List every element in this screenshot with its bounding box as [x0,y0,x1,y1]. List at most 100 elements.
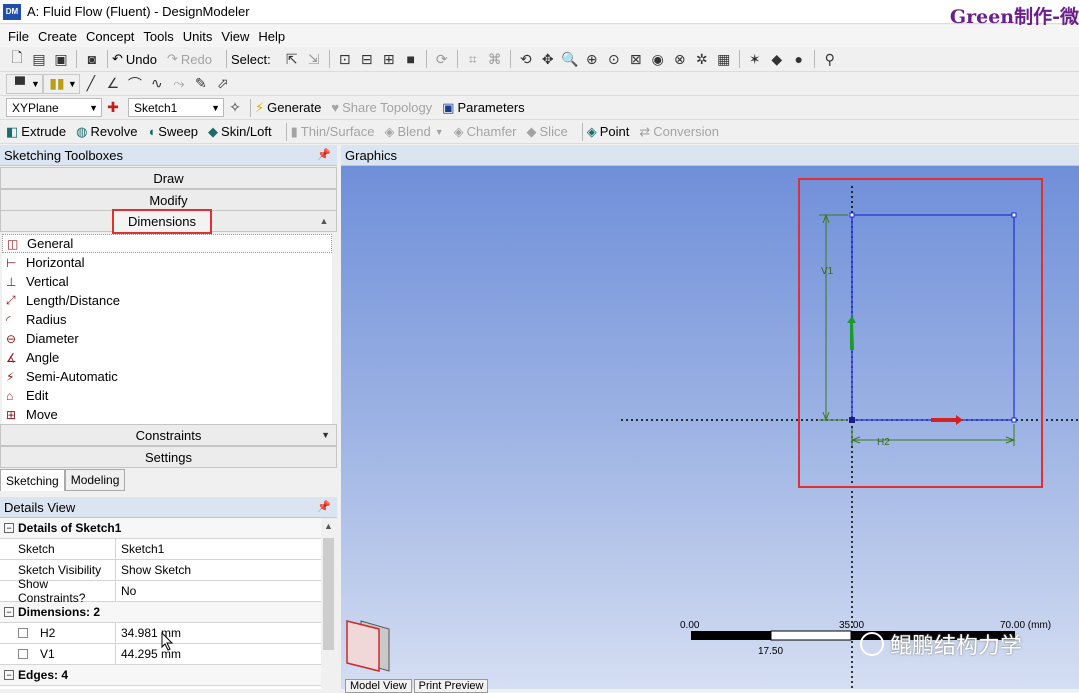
menu-help[interactable]: Help [258,29,285,44]
tab-modeling[interactable]: Modeling [64,469,126,491]
constraints-toolbox[interactable]: Constraints ▼ [0,424,337,446]
layer-dropdown[interactable]: ▮▮ ▼ [42,73,80,94]
parameter-checkbox[interactable] [18,628,28,638]
generate-button[interactable]: ⚡ Generate [255,100,321,116]
new-sketch-icon[interactable]: ✧ [224,98,246,118]
open-icon[interactable]: ▤ [28,49,50,69]
parameter-checkbox[interactable] [18,649,28,659]
triad-icon[interactable]: ✶ [744,49,766,69]
menu-file[interactable]: File [8,29,29,44]
sketch-select[interactable]: Sketch1 ▼ [128,98,224,117]
menu-create[interactable]: Create [38,29,77,44]
row-value[interactable]: 34.981 mm [116,623,321,643]
select-bodies-icon[interactable]: ■ [400,49,422,69]
menu-tools[interactable]: Tools [143,29,173,44]
spline-tool-icon[interactable]: ∿ [146,74,168,94]
zoom-fit-icon[interactable]: ⊠ [625,49,647,69]
scroll-up-icon[interactable]: ▲ [324,521,333,531]
dim-tool-radius[interactable]: ◜ Radius [2,310,332,329]
extend-selection-icon[interactable]: ⟳ [431,49,453,69]
select-mode-icon[interactable]: ⇱ [281,49,303,69]
rotate-icon[interactable]: ⟲ [515,49,537,69]
zoom-in-icon[interactable]: ⊕ [581,49,603,69]
scroll-up-icon[interactable]: ▲ [314,211,334,231]
extrude-button[interactable]: ◧ Extrude [6,124,66,140]
camera-icon[interactable]: ◙ [81,49,103,69]
scrollbar-thumb[interactable] [323,538,334,650]
details-group[interactable]: − Edges: 4 [0,665,321,686]
row-value[interactable]: Sketch1 [116,539,321,559]
select-filter-icon[interactable]: ⇲ [303,49,325,69]
dim-tool-semi-automatic[interactable]: ⚡ Semi-Automatic [2,367,332,386]
collapse-icon[interactable]: − [4,523,14,533]
select-faces-icon[interactable]: ⊞ [378,49,400,69]
skin-loft-button[interactable]: ◆ Skin/Loft [208,124,272,140]
conversion-button[interactable]: ⇄ Conversion [639,124,719,140]
new-plane-icon[interactable]: ⬀ [212,74,234,94]
tab-model-view[interactable]: Model View [345,679,412,693]
blend-button[interactable]: ◈ Blend ▼ [384,124,443,140]
undo-button[interactable]: ↶ Undo [112,51,157,67]
iso-view-icon[interactable]: ✲ [691,49,713,69]
thin-surface-button[interactable]: ▮ Thin/Surface [291,124,375,140]
share-topology-button[interactable]: ♥ Share Topology [331,100,432,115]
draw-toolbox[interactable]: Draw [0,167,337,189]
dim-tool-edit[interactable]: ⌂ Edit [2,386,332,405]
parameters-button[interactable]: ▣ Parameters [442,100,525,116]
plane-select[interactable]: XYPlane ▼ [6,98,102,117]
row-value[interactable]: 44.295 mm [116,644,321,664]
revolve-button[interactable]: ◍ Revolve [76,124,137,140]
menu-units[interactable]: Units [183,29,213,44]
pan-icon[interactable]: ✥ [537,49,559,69]
tab-print-preview[interactable]: Print Preview [413,679,489,693]
menu-concept[interactable]: Concept [86,29,134,44]
menu-view[interactable]: View [221,29,249,44]
new-icon[interactable]: 🗋 [6,49,28,69]
dim-tool-diameter[interactable]: ⊖ Diameter [2,329,332,348]
polyline-tool-icon[interactable]: ∠ [102,74,124,94]
display-plane-icon[interactable]: ▦ [713,49,735,69]
graphics-viewport[interactable]: V1 H2 0.00 35.00 70.00 (mm) 17.50 [341,166,1079,689]
details-scrollbar[interactable]: ▲ [321,518,336,689]
dimensions-toolbox[interactable]: Dimensions [112,209,212,234]
redo-button[interactable]: ↷ Redo [167,51,212,67]
row-value[interactable]: Show Sketch [116,560,321,580]
save-icon[interactable]: ▣ [50,49,72,69]
point-pin-icon[interactable]: ✎ [190,74,212,94]
expand-icon[interactable]: ⌗ [462,49,484,69]
select-points-icon[interactable]: ⊡ [334,49,356,69]
display-model-icon[interactable]: ◆ [766,49,788,69]
arc-tool-icon[interactable]: ⌒ [124,74,146,94]
pin-icon[interactable]: 📌 [317,148,331,161]
zoom-to-fit-icon[interactable]: ◉ [647,49,669,69]
modify-toolbox[interactable]: Modify [0,189,337,211]
magnifier-icon[interactable]: ⊗ [669,49,691,69]
dim-tool-vertical[interactable]: ⊥ Vertical [2,272,332,291]
dim-tool-general[interactable]: ◫ General [2,234,332,253]
details-group[interactable]: − Details of Sketch1 [0,518,321,539]
dim-tool-angle[interactable]: ∡ Angle [2,348,332,367]
chamfer-button[interactable]: ◈ Chamfer [454,124,517,140]
sweep-button[interactable]: ◖ Sweep [147,124,198,139]
slice-button[interactable]: ◆ Slice [527,124,568,140]
scroll-down-icon[interactable]: ▼ [321,430,330,440]
details-group[interactable]: − Dimensions: 2 [0,602,321,623]
row-value[interactable]: No [116,581,321,601]
shrink-icon[interactable]: ⌘ [484,49,506,69]
point-button[interactable]: ◈ Point [587,124,630,140]
tab-sketching[interactable]: Sketching [0,469,65,491]
select-edges-icon[interactable]: ⊟ [356,49,378,69]
dim-tool-length[interactable]: ⤢ Length/Distance [2,291,332,310]
zoom-icon[interactable]: 🔍 [559,49,581,69]
axes-icon[interactable]: ✚ [102,98,124,118]
sketch-canvas[interactable]: V1 H2 0.00 35.00 70.00 (mm) 17.50 [341,166,1079,689]
line-tool-icon[interactable]: ╱ [80,74,102,94]
color-dropdown[interactable]: ▀ ▼ [6,73,43,94]
curve-tool-icon[interactable]: ⤳ [168,74,190,94]
collapse-icon[interactable]: − [4,607,14,617]
dim-tool-move[interactable]: ⊞ Move [2,405,332,424]
settings-toolbox[interactable]: Settings [0,446,337,468]
display-points-icon[interactable]: ● [788,49,810,69]
help-context-icon[interactable]: ⚲ [819,49,841,69]
pin-icon[interactable]: 📌 [317,500,331,513]
